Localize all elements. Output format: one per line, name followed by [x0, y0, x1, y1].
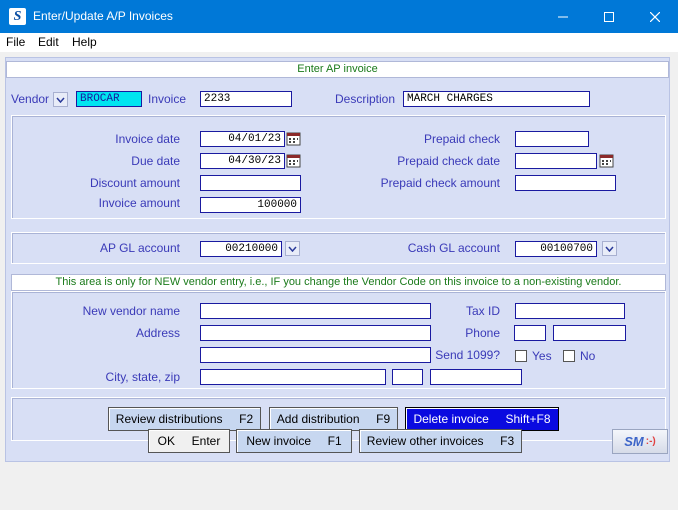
invoice-number-field[interactable]: 2233 — [200, 91, 292, 107]
cash-gl-label: Cash GL account — [407, 241, 500, 255]
maximize-icon — [604, 11, 614, 22]
discount-amount-field[interactable] — [200, 175, 301, 191]
send-1099-no-checkbox[interactable] — [563, 350, 575, 362]
ap-gl-dropdown-button[interactable] — [285, 241, 300, 256]
due-date-label: Due date — [131, 154, 180, 168]
send-1099-label: Send 1099? — [435, 348, 500, 362]
prepaid-check-amount-field[interactable] — [515, 175, 616, 191]
menu-bar: File Edit Help — [0, 33, 678, 52]
logo-text: SM — [624, 434, 644, 449]
chevron-down-icon — [288, 246, 297, 252]
tax-id-field[interactable] — [515, 303, 625, 319]
new-vendor-name-label: New vendor name — [82, 304, 180, 318]
calendar-icon[interactable] — [286, 131, 302, 147]
sm-logo[interactable]: SM:-) — [612, 429, 668, 454]
address-line2-field[interactable] — [200, 347, 431, 363]
invoice-amount-label: Invoice amount — [98, 196, 180, 210]
ok-button[interactable]: OK Enter — [148, 429, 230, 453]
yes-label: Yes — [532, 349, 552, 363]
add-distribution-button[interactable]: Add distribution F9 — [269, 407, 398, 431]
cash-gl-dropdown-button[interactable] — [602, 241, 617, 256]
send-1099-yes-checkbox[interactable] — [515, 350, 527, 362]
prepaid-check-amount-label: Prepaid check amount — [380, 176, 500, 190]
no-label: No — [580, 349, 596, 363]
invoice-amount-field[interactable]: 100000 — [200, 197, 301, 213]
prepaid-check-date-field[interactable] — [515, 153, 597, 169]
cash-gl-account-field[interactable]: 00100700 — [515, 241, 597, 257]
calendar-icon[interactable] — [599, 153, 615, 169]
chevron-down-icon — [56, 97, 65, 103]
menu-help[interactable]: Help — [72, 35, 97, 49]
invoice-date-field[interactable]: 04/01/23 — [200, 131, 285, 147]
client-area: Enter AP invoice Vendor BROCAR Invoice 2… — [0, 52, 678, 510]
vendor-label: Vendor — [11, 92, 50, 106]
delete-invoice-button[interactable]: Delete invoice Shift+F8 — [405, 407, 559, 431]
menu-file[interactable]: File — [6, 35, 25, 49]
maximize-button[interactable] — [586, 0, 632, 33]
invoice-label: Invoice — [148, 92, 187, 106]
invoice-date-label: Invoice date — [115, 132, 180, 146]
minimize-icon — [558, 16, 568, 17]
discount-amount-label: Discount amount — [89, 176, 180, 190]
vendor-code-field[interactable]: BROCAR — [76, 91, 142, 107]
phone-area-field[interactable] — [514, 325, 546, 341]
invoice-form: Enter AP invoice Vendor BROCAR Invoice 2… — [5, 57, 670, 462]
new-vendor-name-field[interactable] — [200, 303, 431, 319]
phone-label: Phone — [465, 326, 500, 340]
new-vendor-note: This area is only for NEW vendor entry, … — [11, 274, 666, 291]
form-header: Enter AP invoice — [6, 61, 669, 78]
city-field[interactable] — [200, 369, 386, 385]
review-distributions-button[interactable]: Review distributions F2 — [108, 407, 261, 431]
minimize-button[interactable] — [540, 0, 586, 33]
description-field[interactable]: MARCH CHARGES — [403, 91, 590, 107]
address-label: Address — [135, 326, 180, 340]
calendar-icon[interactable] — [286, 153, 302, 169]
review-other-invoices-button[interactable]: Review other invoices F3 — [359, 429, 522, 453]
phone-number-field[interactable] — [553, 325, 626, 341]
window-title: Enter/Update A/P Invoices — [33, 9, 173, 23]
prepaid-check-date-label: Prepaid check date — [397, 154, 500, 168]
address-line1-field[interactable] — [200, 325, 431, 341]
description-label: Description — [335, 92, 396, 106]
chevron-down-icon — [605, 246, 614, 252]
ap-gl-label: AP GL account — [99, 241, 180, 255]
state-field[interactable] — [392, 369, 423, 385]
title-bar: S Enter/Update A/P Invoices — [0, 0, 678, 33]
app-icon: S — [9, 8, 26, 25]
close-icon — [650, 11, 660, 22]
due-date-field[interactable]: 04/30/23 — [200, 153, 285, 169]
prepaid-check-field[interactable] — [515, 131, 589, 147]
city-state-zip-label: City, state, zip — [105, 370, 180, 384]
new-invoice-button[interactable]: New invoice F1 — [236, 429, 352, 453]
prepaid-check-label: Prepaid check — [423, 132, 500, 146]
ap-gl-account-field[interactable]: 00210000 — [200, 241, 282, 257]
close-button[interactable] — [632, 0, 678, 33]
menu-edit[interactable]: Edit — [38, 35, 59, 49]
zip-field[interactable] — [430, 369, 522, 385]
vendor-dropdown-button[interactable] — [53, 92, 68, 107]
tax-id-label: Tax ID — [465, 304, 500, 318]
logo-smile: :-) — [645, 436, 656, 447]
